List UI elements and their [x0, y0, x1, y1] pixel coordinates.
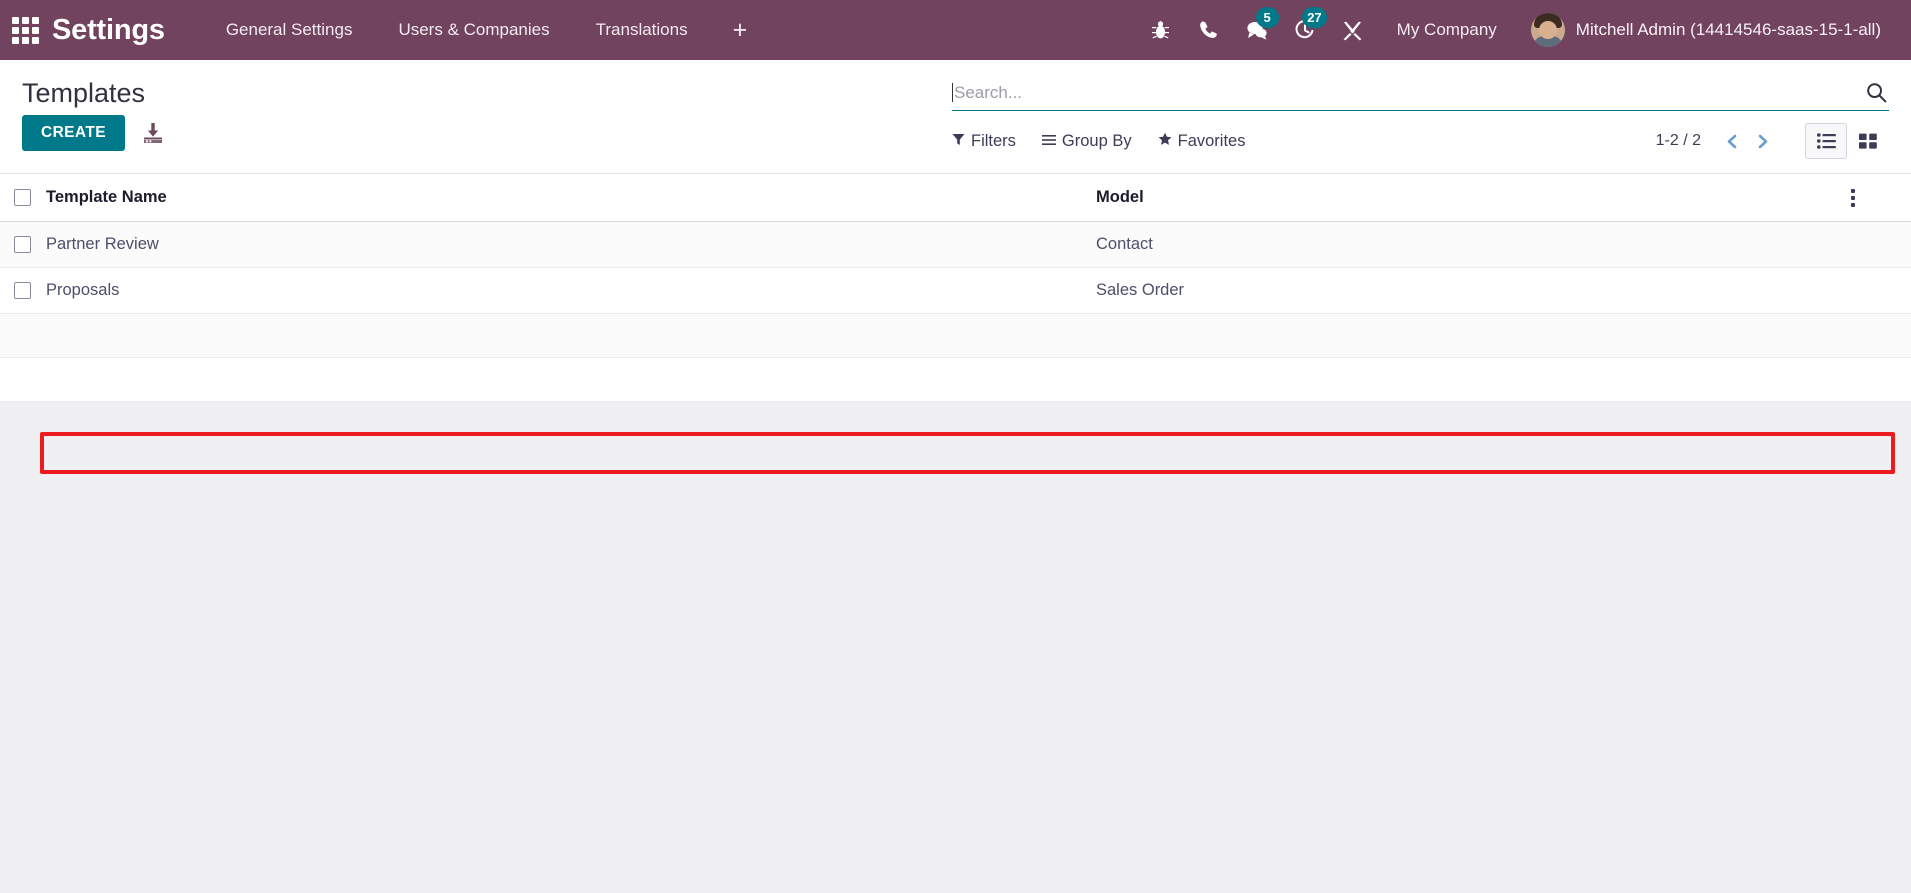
table-header-row: Template Name Model	[0, 174, 1911, 222]
app-brand-settings[interactable]: Settings	[52, 14, 165, 47]
search-bar[interactable]	[952, 64, 1889, 111]
favorites-dropdown[interactable]: Favorites	[1158, 131, 1246, 151]
user-name-label: Mitchell Admin (14414546-saas-15-1-all)	[1575, 20, 1881, 39]
row-checkbox[interactable]	[14, 236, 31, 254]
templates-table: Template Name Model Partner Review Conta…	[0, 174, 1911, 402]
search-input[interactable]	[954, 82, 1852, 103]
control-panel-right: Filters Group By	[952, 60, 1889, 173]
search-caret	[952, 83, 953, 102]
filters-dropdown[interactable]: Filters	[952, 132, 1016, 151]
star-icon	[1158, 132, 1172, 151]
bug-icon[interactable]	[1137, 10, 1185, 50]
main-menu: General Settings Users & Companies Trans…	[203, 12, 769, 48]
cell-template-name[interactable]: Proposals	[46, 267, 1096, 314]
top-navbar: Settings General Settings Users & Compan…	[0, 0, 1911, 60]
control-panel: Templates CREATE Search... Filters Group…	[0, 60, 1911, 174]
apps-grid-icon[interactable]	[10, 15, 40, 45]
empty-filler-row	[0, 313, 1911, 358]
cell-model[interactable]: Contact	[1096, 221, 1851, 268]
row-end-cell	[1851, 221, 1911, 268]
select-all-checkbox[interactable]	[14, 189, 31, 207]
pager-and-views: 1-2 / 2	[1656, 123, 1889, 159]
menu-item-users-companies[interactable]: Users & Companies	[375, 12, 572, 48]
select-all-header	[0, 174, 46, 222]
control-panel-left: Templates CREATE	[22, 60, 952, 167]
activities-clock-icon[interactable]: 27	[1281, 7, 1329, 50]
phone-icon[interactable]	[1185, 10, 1233, 50]
list-view-button[interactable]	[1805, 123, 1847, 159]
hamburger-icon	[1041, 132, 1056, 151]
messages-icon[interactable]: 5	[1233, 7, 1281, 50]
pager-count: 1-2 / 2	[1655, 132, 1701, 149]
messages-badge-count: 5	[1255, 7, 1279, 28]
favorites-label: Favorites	[1177, 131, 1246, 150]
optional-columns-header	[1851, 174, 1911, 222]
avatar	[1530, 13, 1565, 47]
table-row[interactable]: Partner Review Contact	[0, 221, 1911, 268]
column-header-template-name[interactable]: Template Name	[46, 174, 1096, 222]
navbar-right-systray: 5 27 My Company Mitchell Admin (14414546…	[1137, 7, 1889, 51]
list-view: Template Name Model Partner Review Conta…	[0, 174, 1911, 474]
group-by-dropdown[interactable]: Group By	[1041, 131, 1132, 151]
app-shell: Settings General Settings Users & Compan…	[0, 0, 1911, 893]
cell-template-name[interactable]: Partner Review	[46, 221, 1096, 268]
row-select-cell	[0, 221, 46, 268]
developer-tools-icon[interactable]	[1329, 10, 1377, 50]
row-checkbox[interactable]	[14, 282, 31, 300]
filter-buttons: Filters Group By Favorites	[952, 132, 1245, 151]
company-switcher[interactable]: My Company	[1377, 12, 1517, 48]
table-body: Partner Review Contact Proposals Sales O…	[0, 221, 1911, 402]
control-panel-buttons: CREATE	[22, 115, 952, 167]
page-background	[0, 402, 1911, 893]
row-select-cell	[0, 267, 46, 314]
cell-model[interactable]: Sales Order	[1096, 267, 1851, 314]
user-menu[interactable]: Mitchell Admin (14414546-saas-15-1-all)	[1517, 9, 1889, 51]
chevron-left-icon[interactable]	[1717, 127, 1747, 155]
group-by-label: Group By	[1061, 131, 1132, 150]
vertical-dots-icon[interactable]	[1851, 188, 1855, 207]
activities-badge-count: 27	[1302, 7, 1327, 28]
import-records-icon[interactable]	[141, 121, 165, 145]
table-footer-row	[0, 357, 1911, 402]
kanban-view-button[interactable]	[1847, 123, 1889, 159]
menu-item-general-settings[interactable]: General Settings	[203, 12, 376, 48]
view-switcher	[1805, 123, 1889, 159]
funnel-icon	[952, 132, 965, 151]
filter-row: Filters Group By Favorites 1-2 / 2	[952, 111, 1889, 173]
add-menu-button[interactable]: +	[711, 14, 770, 47]
menu-item-translations[interactable]: Translations	[573, 12, 711, 48]
chevron-right-icon[interactable]	[1747, 127, 1777, 155]
create-button[interactable]: CREATE	[22, 115, 125, 151]
filters-label: Filters	[971, 131, 1016, 150]
search-icon[interactable]	[1852, 82, 1889, 103]
column-header-model[interactable]: Model	[1096, 174, 1851, 222]
row-end-cell	[1851, 267, 1911, 314]
breadcrumb: Templates	[22, 78, 146, 108]
table-row[interactable]: Proposals Sales Order	[0, 267, 1911, 314]
